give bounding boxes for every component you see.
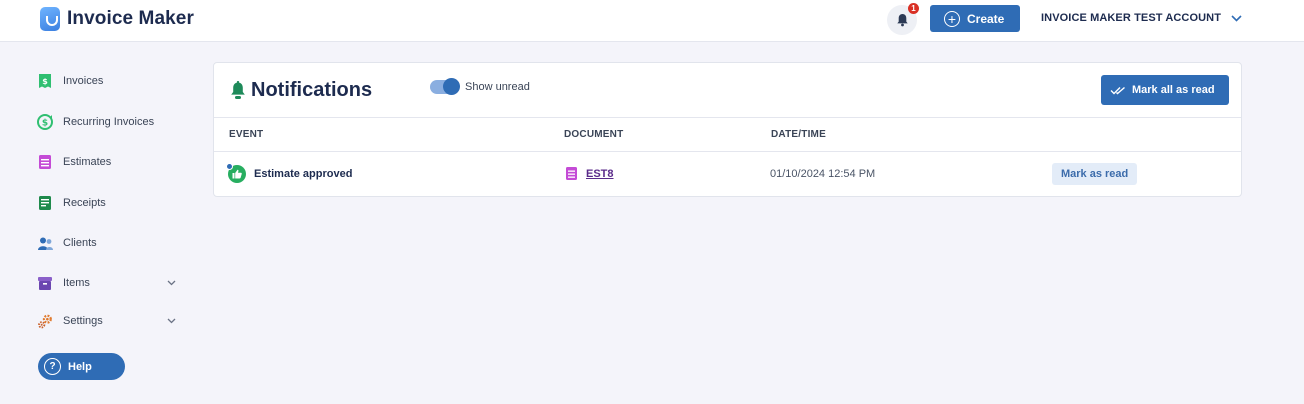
- estimate-icon: [566, 167, 577, 180]
- create-button[interactable]: + Create: [930, 5, 1020, 32]
- column-header-datetime: DATE/TIME: [771, 129, 826, 140]
- event-name: Estimate approved: [254, 167, 353, 180]
- card-header: Notifications: [230, 79, 372, 102]
- invoice-icon: $: [37, 73, 53, 89]
- account-menu[interactable]: INVOICE MAKER TEST ACCOUNT: [1041, 12, 1242, 24]
- logo-icon: [40, 7, 60, 31]
- items-icon: [37, 275, 53, 291]
- sidebar-item-receipts[interactable]: Receipts: [37, 193, 106, 213]
- mark-as-read-button[interactable]: Mark as read: [1052, 162, 1138, 185]
- sidebar-item-invoices[interactable]: $ Invoices: [37, 71, 103, 91]
- sidebar-item-label: Clients: [63, 237, 97, 249]
- bell-icon: [231, 81, 245, 99]
- datetime-value: 01/10/2024 12:54 PM: [770, 167, 876, 180]
- help-button-label: Help: [68, 360, 92, 373]
- receipt-icon: [37, 195, 53, 211]
- top-bar: Invoice Maker 1 + Create INVOICE MAKER T…: [0, 0, 1304, 42]
- svg-text:$: $: [42, 119, 48, 129]
- unread-dot: [226, 162, 233, 170]
- notifications-card: Notifications Show unread Mark all as re…: [213, 62, 1242, 197]
- sidebar-item-estimates[interactable]: Estimates: [37, 152, 111, 172]
- table-header: EVENT DOCUMENT DATE/TIME: [214, 117, 1241, 152]
- sidebar-item-items[interactable]: Items: [37, 273, 90, 293]
- mark-all-label: Mark all as read: [1132, 84, 1215, 96]
- recurring-icon: $: [37, 114, 53, 130]
- thumbs-up-icon: [226, 162, 246, 183]
- help-button[interactable]: ? Help: [38, 353, 125, 380]
- chevron-down-icon: [1231, 14, 1242, 22]
- account-name: INVOICE MAKER TEST ACCOUNT: [1041, 12, 1222, 24]
- event-cell: Estimate approved: [226, 153, 353, 194]
- sidebar-item-label: Invoices: [63, 75, 104, 87]
- column-header-event: EVENT: [229, 129, 264, 140]
- create-button-label: Create: [967, 11, 1005, 26]
- estimate-icon: [37, 154, 53, 170]
- settings-expand-toggle[interactable]: [167, 311, 176, 331]
- show-unread-toggle[interactable]: Show unread: [430, 78, 530, 95]
- column-header-document: DOCUMENT: [564, 129, 624, 140]
- document-link[interactable]: EST8: [586, 168, 614, 180]
- chevron-down-icon: [167, 280, 176, 286]
- toggle-switch[interactable]: [430, 78, 460, 95]
- clients-icon: [37, 235, 53, 251]
- datetime-cell: 01/10/2024 12:54 PM: [770, 153, 875, 194]
- sidebar-item-label: Receipts: [63, 197, 106, 209]
- sidebar-item-label: Estimates: [63, 156, 112, 168]
- settings-icon: [37, 313, 53, 329]
- sidebar-item-label: Items: [63, 277, 90, 289]
- sidebar-item-recurring-invoices[interactable]: $ Recurring Invoices: [37, 112, 154, 132]
- toggle-label: Show unread: [465, 81, 530, 93]
- sidebar-item-settings[interactable]: Settings: [37, 311, 103, 331]
- sidebar-item-clients[interactable]: Clients: [37, 233, 97, 253]
- items-expand-toggle[interactable]: [167, 273, 176, 293]
- mark-all-as-read-button[interactable]: Mark all as read: [1101, 75, 1229, 105]
- plus-icon: +: [944, 10, 960, 27]
- sidebar-item-label: Settings: [63, 315, 103, 327]
- app-name: Invoice Maker: [67, 8, 194, 29]
- sidebar-item-label: Recurring Invoices: [63, 116, 155, 128]
- page-title: Notifications: [251, 79, 373, 101]
- double-check-icon: [1110, 86, 1126, 95]
- bell-icon: [896, 14, 908, 27]
- app-logo[interactable]: Invoice Maker: [40, 7, 194, 31]
- notification-count-badge: 1: [908, 3, 919, 14]
- help-icon: ?: [44, 358, 61, 375]
- action-cell: Mark as read: [1052, 153, 1138, 194]
- table-row: Estimate approved EST8 01/10/2024 12:54 …: [214, 153, 1241, 194]
- svg-text:$: $: [42, 77, 48, 86]
- chevron-down-icon: [167, 318, 176, 324]
- document-cell: EST8: [566, 153, 614, 194]
